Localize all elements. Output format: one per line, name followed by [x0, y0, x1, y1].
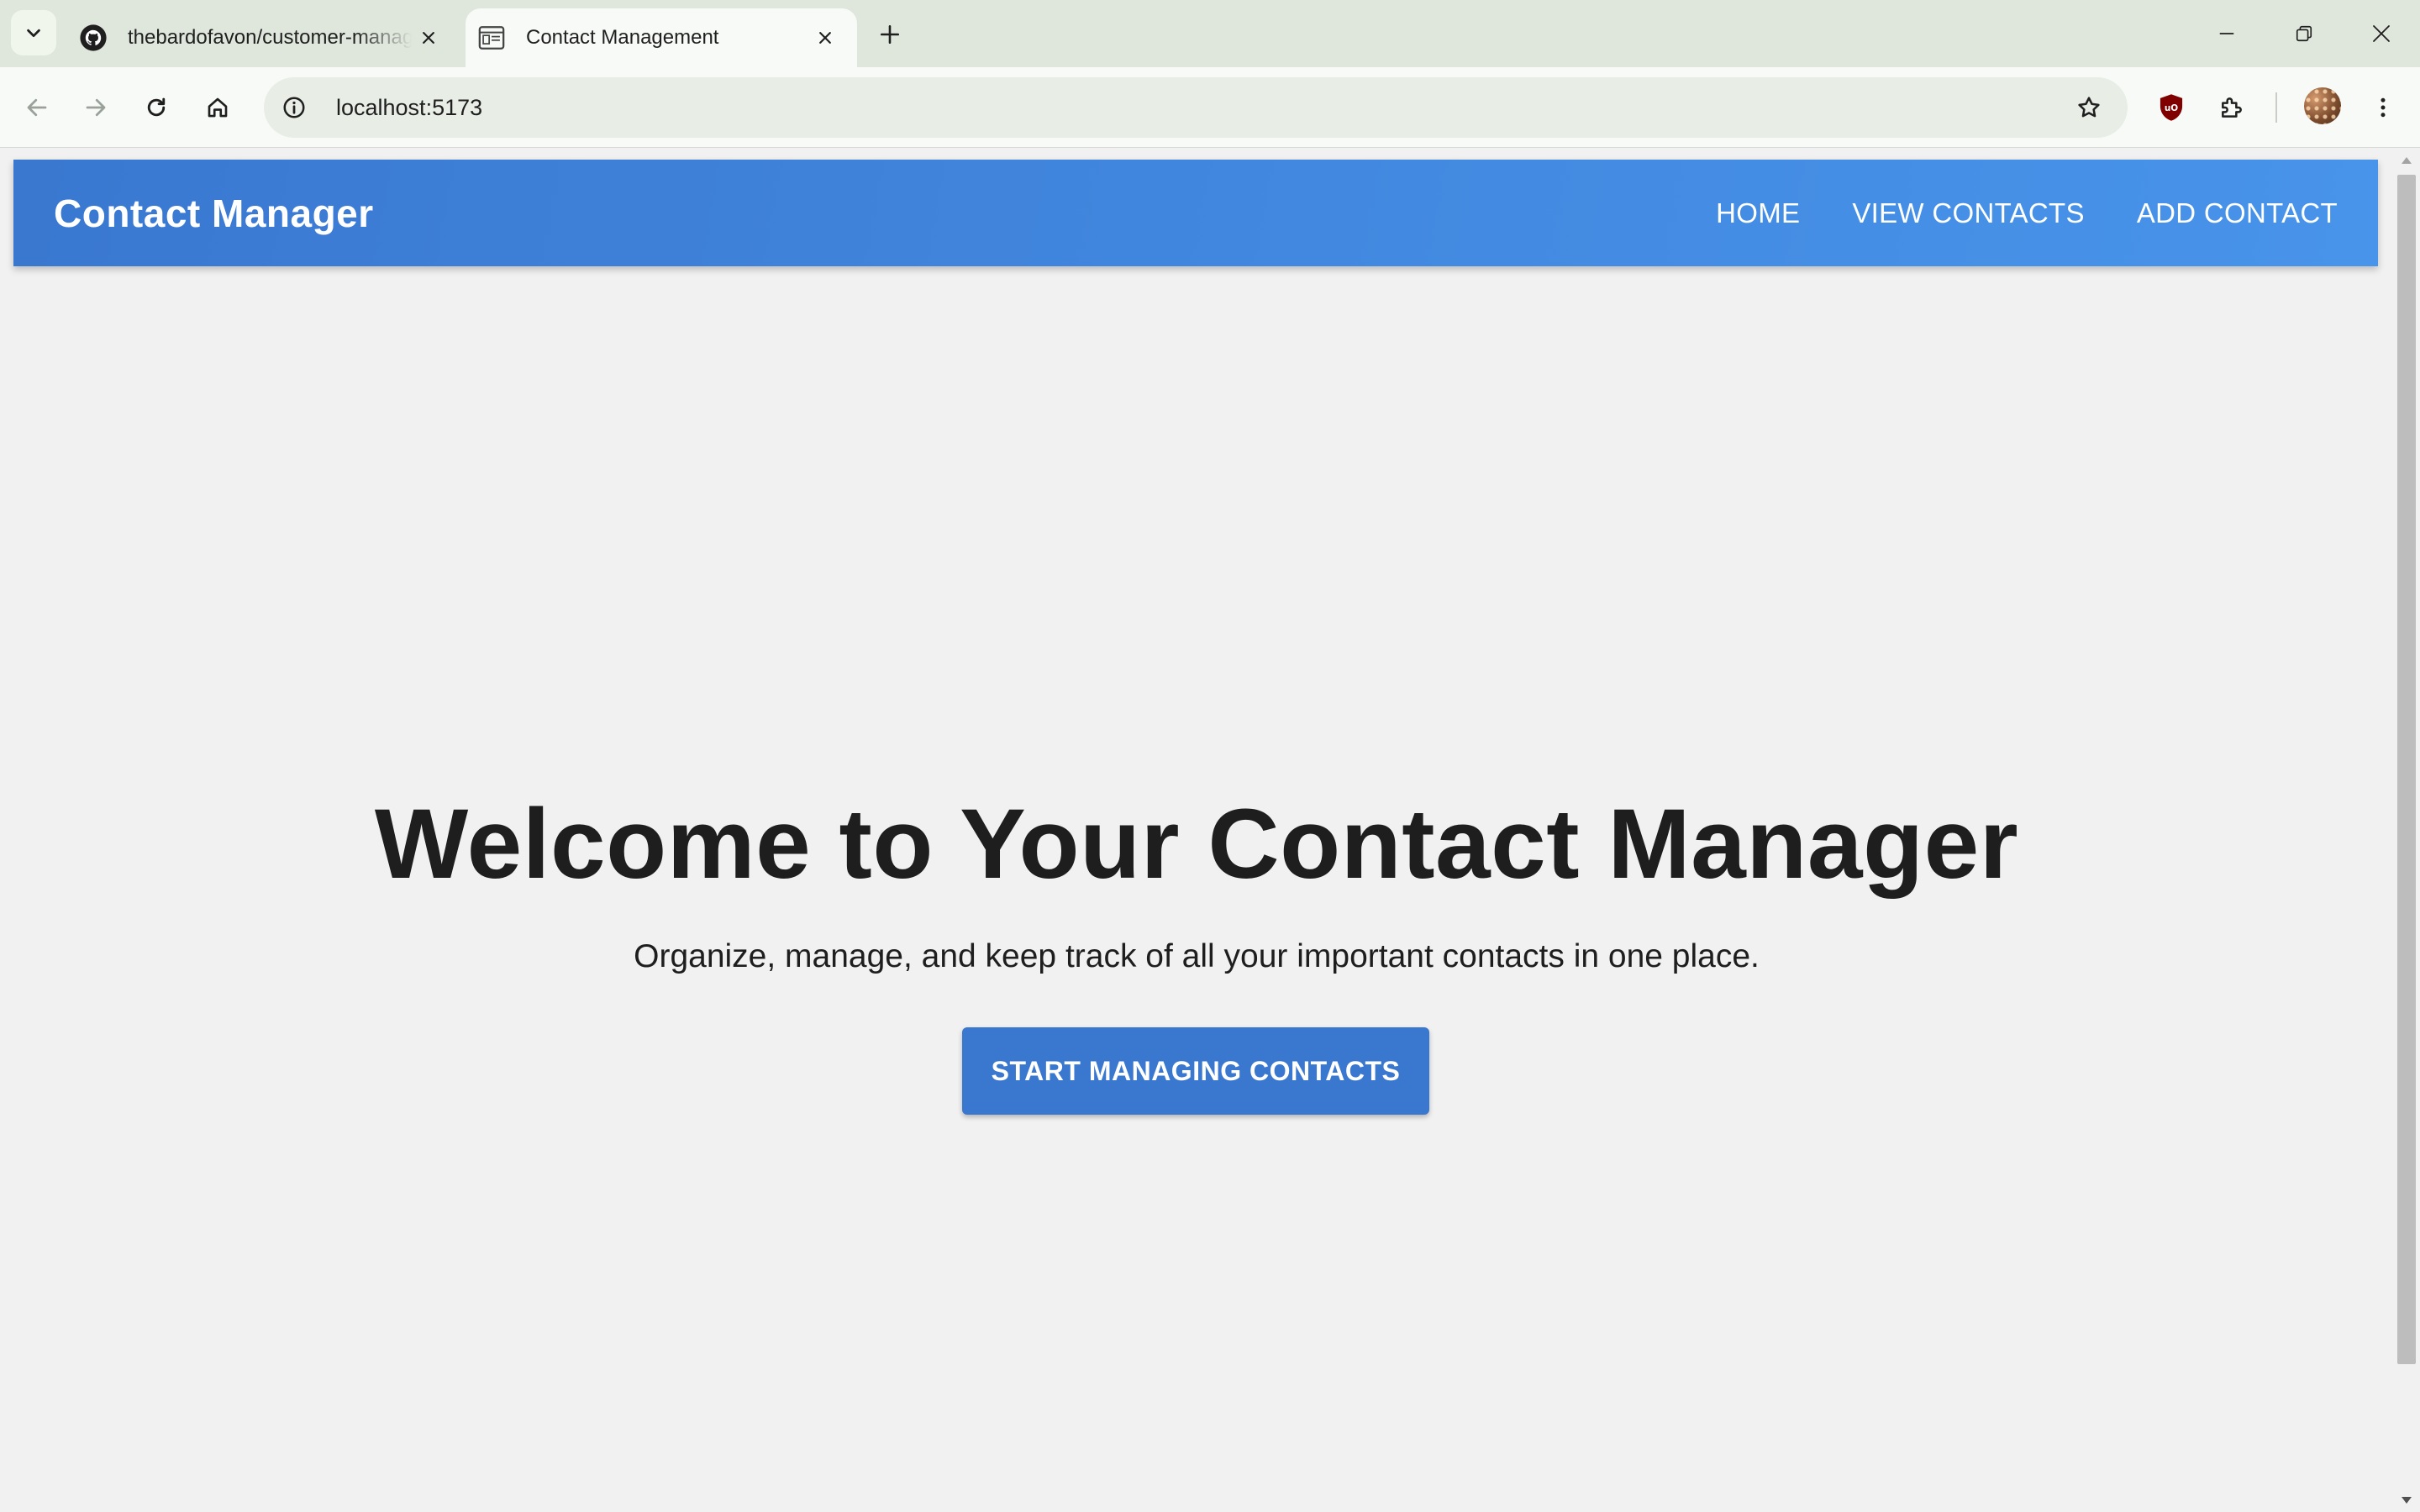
home-button[interactable]: [194, 84, 241, 131]
browser-tabstrip: thebardofavon/customer-management Contac…: [0, 0, 2420, 67]
profile-avatar[interactable]: [2304, 87, 2341, 124]
restore-icon: [2296, 25, 2312, 42]
info-icon: [283, 97, 305, 118]
nav-link-view-contacts[interactable]: VIEW CONTACTS: [1852, 197, 2084, 229]
triangle-down-icon: [2402, 1497, 2412, 1504]
bookmark-button[interactable]: [2069, 87, 2109, 128]
arrow-right-icon: [86, 98, 106, 117]
home-icon: [208, 97, 228, 118]
tab-search-button[interactable]: [11, 10, 56, 55]
page-viewport: Welcome to Your Contact Manager Organize…: [0, 149, 2393, 1512]
tab-close-button[interactable]: [808, 21, 842, 55]
hero-title: Welcome to Your Contact Manager: [374, 789, 2019, 900]
start-managing-contacts-button[interactable]: START MANAGING CONTACTS: [962, 1027, 1429, 1115]
address-bar-url[interactable]: localhost:5173: [336, 95, 2069, 121]
reload-icon: [147, 97, 166, 117]
chevron-down-icon: [27, 29, 40, 38]
arrow-left-icon: [27, 98, 47, 117]
tab-title: Contact Management: [526, 26, 719, 49]
minimize-button[interactable]: [2188, 0, 2265, 67]
close-icon: [423, 32, 434, 44]
minimize-icon: [2219, 33, 2234, 34]
triangle-up-icon: [2402, 157, 2412, 164]
scroll-down-arrow[interactable]: [2393, 1488, 2420, 1512]
browser-tab-github[interactable]: thebardofavon/customer-management: [66, 8, 460, 67]
star-icon: [2078, 97, 2100, 118]
more-vertical-icon: [2381, 97, 2386, 118]
site-info-button[interactable]: [276, 89, 313, 126]
puzzle-icon: [2222, 97, 2242, 118]
ublock-extension-button[interactable]: uO: [2148, 84, 2195, 131]
svg-text:uO: uO: [2165, 103, 2178, 113]
new-tab-button[interactable]: [871, 15, 909, 54]
hero-subtitle: Organize, manage, and keep track of all …: [634, 938, 1760, 974]
nav-link-add-contact[interactable]: ADD CONTACT: [2137, 197, 2338, 229]
toolbar-divider: [2275, 92, 2277, 123]
address-bar[interactable]: localhost:5173: [264, 77, 2128, 138]
browser-menu-button[interactable]: [2360, 84, 2407, 131]
scrollbar-thumb[interactable]: [2397, 175, 2416, 1364]
github-icon: [80, 24, 107, 51]
extensions-button[interactable]: [2208, 84, 2255, 131]
brand-title[interactable]: Contact Manager: [54, 160, 374, 266]
forward-button[interactable]: [72, 84, 119, 131]
page-scrollbar[interactable]: [2393, 149, 2420, 1512]
scroll-up-arrow[interactable]: [2393, 149, 2420, 172]
page-icon: [478, 26, 505, 50]
nav-link-home[interactable]: HOME: [1716, 197, 1800, 229]
restore-button[interactable]: [2265, 0, 2343, 67]
browser-tab-contact-management[interactable]: Contact Management: [466, 8, 857, 67]
hero-section: Welcome to Your Contact Manager Organize…: [0, 149, 2393, 1512]
reload-button[interactable]: [133, 84, 180, 131]
plus-icon: [880, 24, 900, 45]
browser-toolbar: localhost:5173 uO: [0, 67, 2420, 148]
tab-title: thebardofavon/customer-management: [128, 26, 412, 49]
main-nav: HOME VIEW CONTACTS ADD CONTACT: [1716, 160, 2338, 266]
back-button[interactable]: [13, 84, 60, 131]
app-header: Contact Manager HOME VIEW CONTACTS ADD C…: [13, 160, 2378, 266]
close-icon: [819, 32, 831, 44]
tab-close-button[interactable]: [412, 21, 445, 55]
window-close-button[interactable]: [2343, 0, 2420, 67]
ublock-shield-icon: uO: [2160, 94, 2183, 121]
close-icon: [2373, 25, 2390, 42]
